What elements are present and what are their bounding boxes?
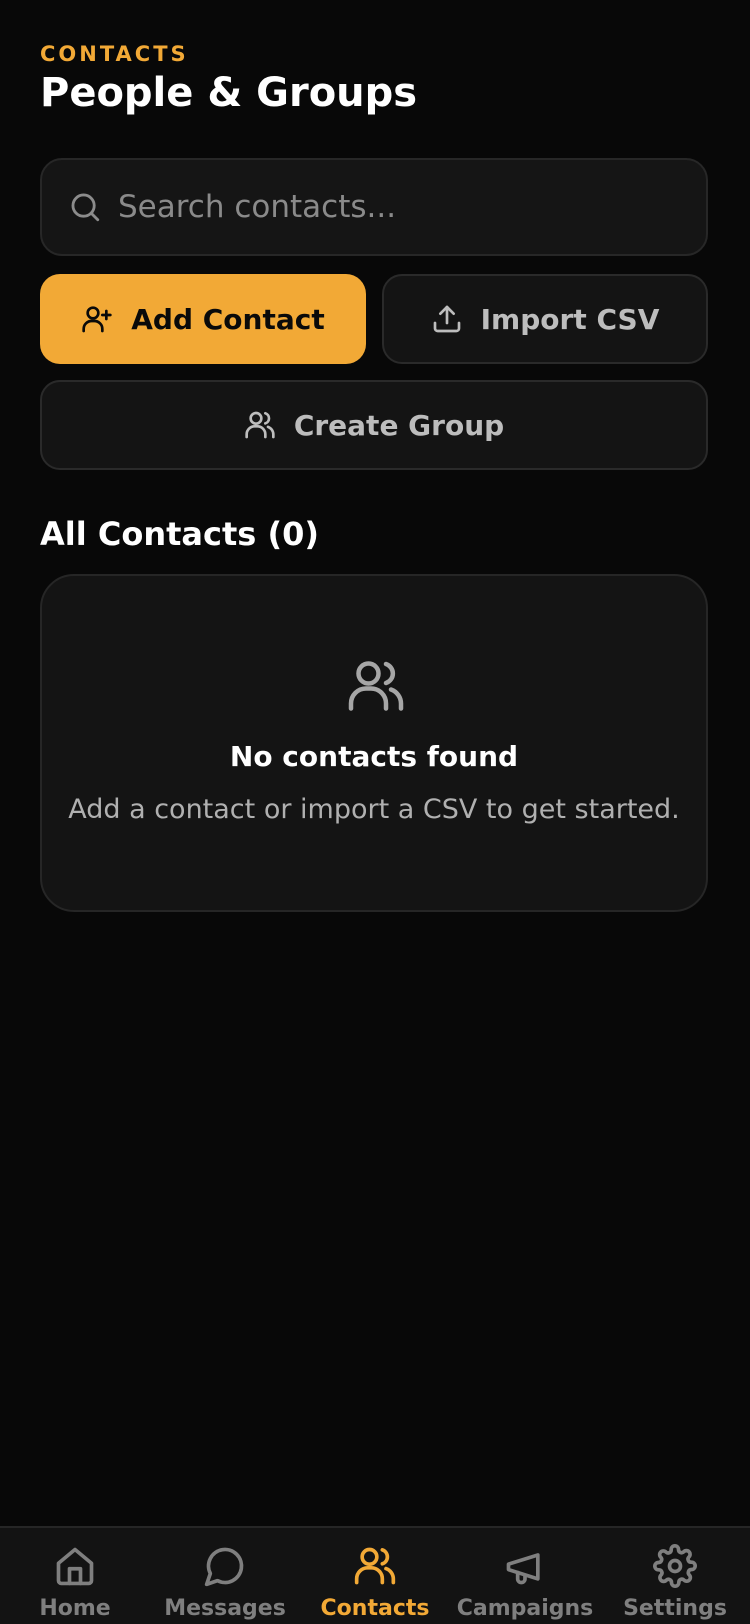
gear-icon: [653, 1544, 697, 1588]
add-contact-label: Add Contact: [131, 302, 325, 336]
user-plus-icon: [81, 303, 113, 335]
nav-item-settings[interactable]: Settings: [600, 1528, 750, 1624]
create-group-label: Create Group: [293, 408, 505, 442]
section-eyebrow: CONTACTS: [40, 42, 189, 66]
nav-label-home: Home: [39, 1596, 111, 1621]
add-contact-button[interactable]: Add Contact: [40, 274, 366, 364]
all-contacts-heading: All Contacts (0): [40, 515, 319, 553]
empty-state-card: No contacts found Add a contact or impor…: [40, 574, 708, 912]
nav-item-contacts[interactable]: Contacts: [300, 1528, 450, 1624]
users-icon: [346, 656, 406, 716]
empty-state-message: Add a contact or import a CSV to get sta…: [68, 794, 680, 825]
nav-label-campaigns: Campaigns: [456, 1596, 594, 1621]
nav-label-settings: Settings: [623, 1596, 727, 1621]
create-group-button[interactable]: Create Group: [40, 380, 708, 470]
message-circle-icon: [203, 1544, 247, 1588]
upload-icon: [431, 303, 463, 335]
import-csv-button[interactable]: Import CSV: [382, 274, 708, 364]
page-title: People & Groups: [40, 70, 418, 116]
users-icon: [244, 409, 276, 441]
nav-label-contacts: Contacts: [320, 1596, 430, 1621]
nav-item-home[interactable]: Home: [0, 1528, 150, 1624]
home-icon: [53, 1544, 97, 1588]
bottom-nav: Home Messages Contacts Campaigns Setting…: [0, 1526, 750, 1624]
nav-item-campaigns[interactable]: Campaigns: [450, 1528, 600, 1624]
users-icon: [353, 1544, 397, 1588]
nav-item-messages[interactable]: Messages: [150, 1528, 300, 1624]
search-input[interactable]: [118, 177, 686, 237]
nav-label-messages: Messages: [164, 1596, 286, 1621]
megaphone-icon: [503, 1544, 547, 1588]
search-box[interactable]: [40, 158, 708, 256]
search-icon: [68, 190, 102, 224]
import-csv-label: Import CSV: [480, 302, 660, 336]
empty-state-title: No contacts found: [229, 740, 519, 773]
